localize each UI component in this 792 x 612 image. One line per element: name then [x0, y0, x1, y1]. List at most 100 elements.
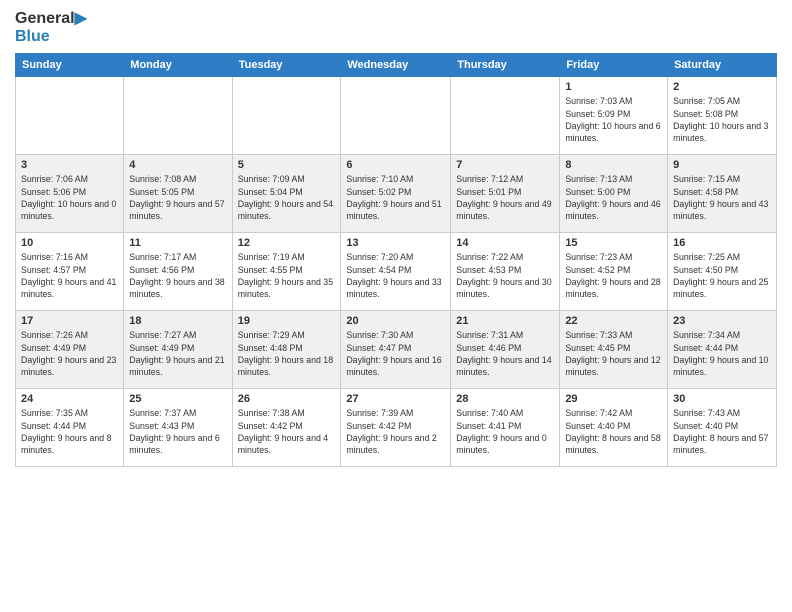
- day-number: 23: [673, 315, 771, 327]
- calendar-cell: 1 Sunrise: 7:03 AM Sunset: 5:09 PM Daylig…: [560, 77, 668, 155]
- day-info: Sunrise: 7:19 AM Sunset: 4:55 PM Dayligh…: [238, 251, 336, 300]
- calendar-cell: 24 Sunrise: 7:35 AM Sunset: 4:44 PM Dayli…: [16, 389, 124, 467]
- day-number: 13: [346, 237, 445, 249]
- day-number: 15: [565, 237, 662, 249]
- calendar-weekday: Saturday: [668, 54, 777, 77]
- day-info: Sunrise: 7:31 AM Sunset: 4:46 PM Dayligh…: [456, 329, 554, 378]
- calendar-cell: 13 Sunrise: 7:20 AM Sunset: 4:54 PM Dayli…: [341, 233, 451, 311]
- day-info: Sunrise: 7:05 AM Sunset: 5:08 PM Dayligh…: [673, 95, 771, 144]
- calendar-week-row: 10 Sunrise: 7:16 AM Sunset: 4:57 PM Dayli…: [16, 233, 777, 311]
- calendar-cell: 15Sunrise: 7:23 AM Sunset: 4:52 PM Dayli…: [560, 233, 668, 311]
- day-number: 5: [238, 159, 336, 171]
- day-number: 24: [21, 393, 118, 405]
- day-number: 16: [673, 237, 771, 249]
- day-number: 17: [21, 315, 118, 327]
- day-number: 9: [673, 159, 771, 171]
- day-number: 4: [129, 159, 226, 171]
- day-number: 12: [238, 237, 336, 249]
- calendar-cell: 10 Sunrise: 7:16 AM Sunset: 4:57 PM Dayli…: [16, 233, 124, 311]
- calendar-weekday: Wednesday: [341, 54, 451, 77]
- logo: General▶ Blue: [15, 10, 87, 45]
- day-info: Sunrise: 7:42 AM Sunset: 4:40 PM Dayligh…: [565, 407, 662, 456]
- calendar-week-row: 1 Sunrise: 7:03 AM Sunset: 5:09 PM Daylig…: [16, 77, 777, 155]
- day-info: Sunrise: 7:29 AM Sunset: 4:48 PM Dayligh…: [238, 329, 336, 378]
- calendar-cell: 25 Sunrise: 7:37 AM Sunset: 4:43 PM Dayli…: [124, 389, 232, 467]
- calendar-cell: 8Sunrise: 7:13 AM Sunset: 5:00 PM Daylig…: [560, 155, 668, 233]
- calendar-cell: 22Sunrise: 7:33 AM Sunset: 4:45 PM Dayli…: [560, 311, 668, 389]
- calendar-table: SundayMondayTuesdayWednesdayThursdayFrid…: [15, 53, 777, 467]
- day-info: Sunrise: 7:40 AM Sunset: 4:41 PM Dayligh…: [456, 407, 554, 456]
- day-info: Sunrise: 7:12 AM Sunset: 5:01 PM Dayligh…: [456, 173, 554, 222]
- day-number: 30: [673, 393, 771, 405]
- day-number: 18: [129, 315, 226, 327]
- calendar-weekday: Thursday: [451, 54, 560, 77]
- calendar-cell: 29 Sunrise: 7:42 AM Sunset: 4:40 PM Dayli…: [560, 389, 668, 467]
- calendar-header-row: SundayMondayTuesdayWednesdayThursdayFrid…: [16, 54, 777, 77]
- day-info: Sunrise: 7:37 AM Sunset: 4:43 PM Dayligh…: [129, 407, 226, 456]
- calendar-cell: 12 Sunrise: 7:19 AM Sunset: 4:55 PM Dayli…: [232, 233, 341, 311]
- day-number: 7: [456, 159, 554, 171]
- day-info: Sunrise: 7:15 AM Sunset: 4:58 PM Dayligh…: [673, 173, 771, 222]
- day-info: Sunrise: 7:06 AM Sunset: 5:06 PM Dayligh…: [21, 173, 118, 222]
- day-info: Sunrise: 7:10 AM Sunset: 5:02 PM Dayligh…: [346, 173, 445, 222]
- calendar-cell: [16, 77, 124, 155]
- calendar-cell: [451, 77, 560, 155]
- calendar-cell: 19 Sunrise: 7:29 AM Sunset: 4:48 PM Dayli…: [232, 311, 341, 389]
- day-number: 26: [238, 393, 336, 405]
- day-number: 6: [346, 159, 445, 171]
- calendar-cell: 3 Sunrise: 7:06 AM Sunset: 5:06 PM Daylig…: [16, 155, 124, 233]
- calendar-cell: 7 Sunrise: 7:12 AM Sunset: 5:01 PM Daylig…: [451, 155, 560, 233]
- calendar-body: 1 Sunrise: 7:03 AM Sunset: 5:09 PM Daylig…: [16, 77, 777, 467]
- logo-text: General▶ Blue: [15, 10, 87, 45]
- day-number: 22: [565, 315, 662, 327]
- calendar-cell: 17 Sunrise: 7:26 AM Sunset: 4:49 PM Dayli…: [16, 311, 124, 389]
- calendar-cell: 21 Sunrise: 7:31 AM Sunset: 4:46 PM Dayli…: [451, 311, 560, 389]
- calendar-cell: 30 Sunrise: 7:43 AM Sunset: 4:40 PM Dayli…: [668, 389, 777, 467]
- calendar-week-row: 3 Sunrise: 7:06 AM Sunset: 5:06 PM Daylig…: [16, 155, 777, 233]
- calendar-cell: 9 Sunrise: 7:15 AM Sunset: 4:58 PM Daylig…: [668, 155, 777, 233]
- calendar-weekday: Sunday: [16, 54, 124, 77]
- calendar-cell: 18 Sunrise: 7:27 AM Sunset: 4:49 PM Dayli…: [124, 311, 232, 389]
- calendar-week-row: 24 Sunrise: 7:35 AM Sunset: 4:44 PM Dayli…: [16, 389, 777, 467]
- day-info: Sunrise: 7:09 AM Sunset: 5:04 PM Dayligh…: [238, 173, 336, 222]
- day-info: Sunrise: 7:26 AM Sunset: 4:49 PM Dayligh…: [21, 329, 118, 378]
- day-number: 10: [21, 237, 118, 249]
- calendar-weekday: Monday: [124, 54, 232, 77]
- calendar-cell: 28 Sunrise: 7:40 AM Sunset: 4:41 PM Dayli…: [451, 389, 560, 467]
- day-number: 14: [456, 237, 554, 249]
- day-info: Sunrise: 7:43 AM Sunset: 4:40 PM Dayligh…: [673, 407, 771, 456]
- day-info: Sunrise: 7:03 AM Sunset: 5:09 PM Dayligh…: [565, 95, 662, 144]
- day-number: 11: [129, 237, 226, 249]
- day-info: Sunrise: 7:30 AM Sunset: 4:47 PM Dayligh…: [346, 329, 445, 378]
- calendar-cell: 11Sunrise: 7:17 AM Sunset: 4:56 PM Dayli…: [124, 233, 232, 311]
- day-number: 1: [565, 81, 662, 93]
- calendar-weekday: Friday: [560, 54, 668, 77]
- calendar-cell: 4Sunrise: 7:08 AM Sunset: 5:05 PM Daylig…: [124, 155, 232, 233]
- day-info: Sunrise: 7:16 AM Sunset: 4:57 PM Dayligh…: [21, 251, 118, 300]
- calendar-cell: 27 Sunrise: 7:39 AM Sunset: 4:42 PM Dayli…: [341, 389, 451, 467]
- day-number: 29: [565, 393, 662, 405]
- calendar-cell: [124, 77, 232, 155]
- day-number: 3: [21, 159, 118, 171]
- calendar-cell: 16 Sunrise: 7:25 AM Sunset: 4:50 PM Dayli…: [668, 233, 777, 311]
- day-info: Sunrise: 7:27 AM Sunset: 4:49 PM Dayligh…: [129, 329, 226, 378]
- day-info: Sunrise: 7:20 AM Sunset: 4:54 PM Dayligh…: [346, 251, 445, 300]
- day-info: Sunrise: 7:25 AM Sunset: 4:50 PM Dayligh…: [673, 251, 771, 300]
- calendar-cell: 20Sunrise: 7:30 AM Sunset: 4:47 PM Dayli…: [341, 311, 451, 389]
- day-number: 8: [565, 159, 662, 171]
- calendar-cell: 5 Sunrise: 7:09 AM Sunset: 5:04 PM Daylig…: [232, 155, 341, 233]
- day-info: Sunrise: 7:35 AM Sunset: 4:44 PM Dayligh…: [21, 407, 118, 456]
- day-number: 28: [456, 393, 554, 405]
- day-info: Sunrise: 7:34 AM Sunset: 4:44 PM Dayligh…: [673, 329, 771, 378]
- calendar-cell: 2Sunrise: 7:05 AM Sunset: 5:08 PM Daylig…: [668, 77, 777, 155]
- calendar-weekday: Tuesday: [232, 54, 341, 77]
- day-number: 21: [456, 315, 554, 327]
- calendar-cell: 23 Sunrise: 7:34 AM Sunset: 4:44 PM Dayli…: [668, 311, 777, 389]
- day-number: 19: [238, 315, 336, 327]
- day-info: Sunrise: 7:39 AM Sunset: 4:42 PM Dayligh…: [346, 407, 445, 456]
- calendar-cell: 26Sunrise: 7:38 AM Sunset: 4:42 PM Dayli…: [232, 389, 341, 467]
- day-number: 27: [346, 393, 445, 405]
- calendar-cell: [232, 77, 341, 155]
- calendar-cell: [341, 77, 451, 155]
- day-number: 25: [129, 393, 226, 405]
